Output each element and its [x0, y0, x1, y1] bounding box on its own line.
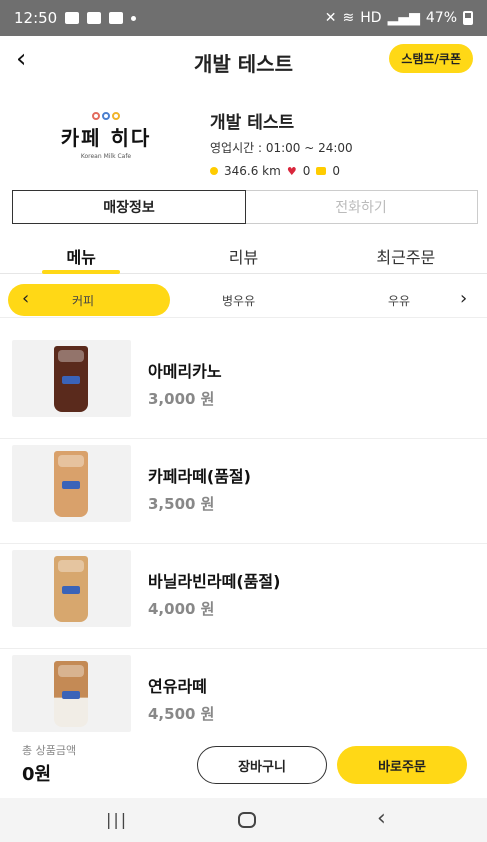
- chevron-left-icon: ‹: [22, 288, 30, 309]
- stamp-coupon-button[interactable]: 스탬프/쿠폰: [389, 44, 473, 73]
- battery-icon: [463, 11, 473, 25]
- category-prev-button[interactable]: ‹: [22, 288, 29, 309]
- store-stats: 346.6 km ♥ 0 0: [210, 164, 353, 178]
- drink-cup-image: [54, 556, 88, 622]
- location-pin-icon: [210, 167, 218, 175]
- tab-call[interactable]: 전화하기: [245, 191, 477, 223]
- menu-tabs: 메뉴 리뷰 최근주문: [0, 234, 487, 274]
- store-name: 개발 테스트: [210, 113, 295, 133]
- system-nav-bar: ||| ‹: [0, 798, 487, 842]
- store-info: 개발 테스트 영업시간 : 01:00 ~ 24:00 346.6 km ♥ 0…: [210, 108, 353, 178]
- category-milk[interactable]: 우유: [388, 292, 410, 309]
- category-bar: ‹ 커피 병우유 우유 ›: [0, 282, 487, 318]
- home-icon[interactable]: [238, 812, 256, 828]
- category-coffee[interactable]: 커피: [72, 292, 94, 309]
- chat-icon: [316, 167, 327, 175]
- mute-icon: ✕: [324, 10, 337, 26]
- order-now-button[interactable]: 바로주문: [337, 746, 467, 784]
- status-time: 12:50: [14, 9, 58, 27]
- store-logo: 카페 히다 Korean Milk Cafe: [48, 112, 164, 176]
- voicemail-icon: [109, 12, 124, 24]
- heart-icon: ♥: [286, 164, 297, 178]
- menu-item[interactable]: 아메리카노 3,000 원: [0, 334, 487, 439]
- menu-item-image: [12, 445, 131, 522]
- recent-apps-icon[interactable]: |||: [106, 810, 128, 829]
- store-distance: 346.6 km: [224, 164, 281, 178]
- store-action-tabs: 매장정보 전화하기: [12, 190, 478, 224]
- more-notifications-icon: [131, 15, 137, 21]
- category-next-button[interactable]: ›: [460, 288, 467, 309]
- tab-recent-orders[interactable]: 최근주문: [325, 234, 487, 273]
- tab-store-info[interactable]: 매장정보: [12, 190, 246, 224]
- logo-subtitle: Korean Milk Cafe: [80, 153, 132, 160]
- battery-percent: 47%: [425, 10, 457, 26]
- menu-list: 아메리카노 3,000 원 카페라떼(품절) 3,500 원 바닐라빈라떼(품절…: [0, 334, 487, 754]
- menu-item[interactable]: 바닐라빈라떼(품절) 4,000 원: [0, 544, 487, 649]
- logo-wordmark: 카페 히다: [60, 126, 152, 150]
- store-hours: 영업시간 : 01:00 ~ 24:00: [210, 141, 353, 155]
- total-value: 0원: [22, 764, 52, 785]
- menu-item-price: 3,500 원: [148, 495, 215, 513]
- menu-item-price: 4,500 원: [148, 705, 215, 723]
- menu-item-image: [12, 550, 131, 627]
- store-likes: 0: [302, 164, 311, 178]
- menu-item-image: [12, 340, 131, 417]
- menu-item-name: 바닐라빈라떼(품절): [148, 572, 281, 591]
- chevron-right-icon: ›: [460, 288, 468, 309]
- tab-menu[interactable]: 메뉴: [0, 234, 162, 274]
- tab-reviews[interactable]: 리뷰: [162, 234, 324, 273]
- category-bottled-milk[interactable]: 병우유: [222, 292, 255, 309]
- network-hd-label: HD: [360, 10, 382, 26]
- app-notification-icon: [87, 12, 102, 24]
- menu-item-price: 3,000 원: [148, 390, 215, 408]
- order-footer: 총 상품금액 0원 장바구니 바로주문: [0, 738, 487, 788]
- back-nav-icon[interactable]: ‹: [377, 806, 386, 831]
- drink-cup-image: [54, 346, 88, 412]
- cart-button[interactable]: 장바구니: [197, 746, 327, 784]
- menu-item-name: 카페라떼(품절): [148, 467, 251, 486]
- menu-item-image: [12, 655, 131, 732]
- store-header: 카페 히다 Korean Milk Cafe 개발 테스트 영업시간 : 01:…: [0, 104, 487, 178]
- wifi-icon: ≋: [342, 10, 355, 26]
- total-label: 총 상품금액: [22, 744, 77, 757]
- top-bar: ‹ 개발 테스트 스탬프/쿠폰: [0, 36, 487, 84]
- store-reviews: 0: [332, 164, 340, 178]
- signal-icon: ▂▄▆: [387, 10, 420, 26]
- drink-cup-image: [54, 661, 88, 727]
- menu-item-name: 아메리카노: [148, 362, 222, 381]
- menu-item-price: 4,000 원: [148, 600, 215, 618]
- logo-mark-icon: [48, 112, 164, 120]
- drink-cup-image: [54, 451, 88, 517]
- menu-item[interactable]: 카페라떼(품절) 3,500 원: [0, 439, 487, 544]
- gallery-icon: [65, 12, 80, 24]
- status-bar: 12:50 ✕ ≋ HD ▂▄▆ 47%: [0, 0, 487, 36]
- menu-item-name: 연유라떼: [148, 677, 207, 696]
